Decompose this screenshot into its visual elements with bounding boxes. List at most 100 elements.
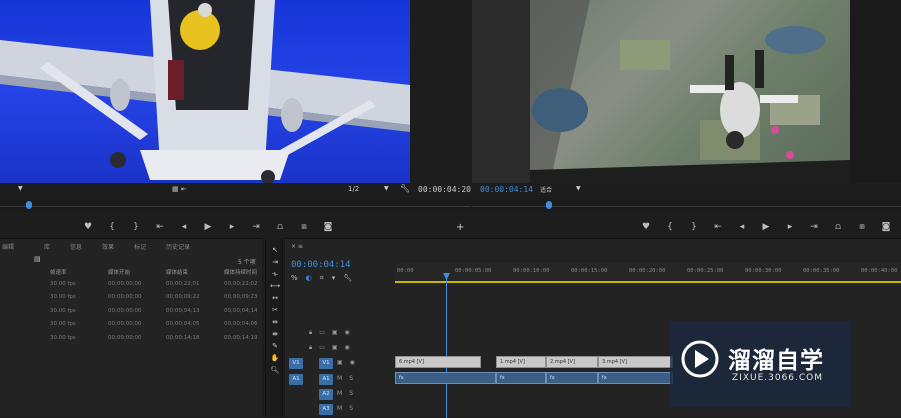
slip-icon[interactable]: ⇹: [266, 316, 284, 328]
sync-icon[interactable]: ▭: [319, 344, 325, 352]
tab-markers[interactable]: 标记: [134, 242, 146, 251]
program-playhead[interactable]: [546, 201, 552, 209]
mute-icon[interactable]: M: [337, 390, 342, 397]
audio-clip-4[interactable]: fx: [598, 372, 673, 384]
overwrite-icon[interactable]: ⩎: [298, 222, 310, 232]
mute-icon[interactable]: M: [337, 405, 342, 412]
mark-out-icon[interactable]: }: [688, 222, 700, 232]
step-back-icon[interactable]: ◂: [736, 222, 748, 232]
fit-dropdown-icon[interactable]: ▼: [384, 185, 389, 192]
mark-out-icon[interactable]: }: [130, 222, 142, 232]
col-media-end[interactable]: 媒体结束: [166, 268, 224, 276]
eye-icon[interactable]: ◉: [345, 344, 350, 352]
play-icon[interactable]: ▶: [202, 222, 214, 232]
rolling-edit-icon[interactable]: ⟷: [266, 280, 284, 292]
film-icon[interactable]: ▣: [332, 329, 338, 337]
go-to-out-icon[interactable]: ⇥: [250, 222, 262, 232]
linked-selection-icon[interactable]: ⌗: [320, 274, 324, 283]
source-patch-a1[interactable]: A1: [289, 374, 303, 385]
tab-effects[interactable]: 效果: [102, 242, 114, 251]
program-scrub-bar[interactable]: [472, 198, 901, 212]
table-row[interactable]: 30.00 fps 00;00;00;00 00;00;14;18 00;00;14;…: [0, 331, 262, 345]
marker-icon[interactable]: ♥: [640, 222, 652, 232]
step-back-icon[interactable]: ◂: [178, 222, 190, 232]
source-timecode[interactable]: 00:00:04:20: [418, 185, 471, 194]
slide-icon[interactable]: ⇼: [266, 328, 284, 340]
mark-in-icon[interactable]: {: [106, 222, 118, 232]
lift-icon[interactable]: ⩍: [832, 222, 844, 232]
export-frame-icon[interactable]: ◙: [880, 222, 892, 232]
snap-icon[interactable]: ◐: [306, 274, 312, 283]
table-row[interactable]: 30.00 fps 00;00;00;00 00;00;04;13 00;00;04;…: [0, 304, 262, 318]
source-fit-select[interactable]: 1/2: [348, 185, 359, 193]
film-icon[interactable]: ▣: [332, 344, 338, 352]
bin-icon[interactable]: ▤: [34, 255, 41, 263]
add-marker-icon[interactable]: ▾: [332, 274, 336, 283]
track-target-v1[interactable]: V1: [319, 358, 333, 369]
go-to-in-icon[interactable]: ⇤: [712, 222, 724, 232]
program-fit-select[interactable]: 适合: [540, 185, 552, 194]
go-to-in-icon[interactable]: ⇤: [154, 222, 166, 232]
hand-icon[interactable]: ✋: [266, 352, 284, 364]
rate-stretch-icon[interactable]: ↔: [266, 292, 284, 304]
video-clip-4[interactable]: 3.mp4 [V]: [598, 356, 673, 368]
mute-icon[interactable]: M: [337, 375, 342, 382]
sync-icon[interactable]: ▭: [319, 329, 325, 337]
source-scrub-bar[interactable]: [0, 198, 470, 212]
mark-in-icon[interactable]: {: [664, 222, 676, 232]
audio-clip-1[interactable]: fx: [395, 372, 496, 384]
marker-icon[interactable]: ♥: [82, 222, 94, 232]
solo-icon[interactable]: S: [349, 390, 353, 397]
pen-icon[interactable]: ✎: [266, 340, 284, 352]
play-icon[interactable]: ▶: [760, 222, 772, 232]
selection-tool-icon[interactable]: ↖: [266, 244, 284, 256]
step-forward-icon[interactable]: ▸: [784, 222, 796, 232]
go-to-out-icon[interactable]: ⇥: [808, 222, 820, 232]
source-add-button-icon[interactable]: +: [456, 222, 464, 233]
timeline-tab-close-icon[interactable]: × ≡: [291, 243, 303, 250]
source-playhead[interactable]: [26, 201, 32, 209]
dropdown-arrow-icon[interactable]: ▼: [18, 185, 23, 192]
ripple-edit-icon[interactable]: ⟛: [266, 268, 284, 280]
extract-icon[interactable]: ⩎: [856, 222, 868, 232]
table-row[interactable]: 30.00 fps 00;00;00;00 00;00;22;01 00;00;22;…: [0, 277, 262, 291]
track-target-a1[interactable]: A1: [319, 374, 333, 385]
eye-icon[interactable]: ◉: [350, 359, 355, 366]
nest-icon[interactable]: %: [291, 274, 298, 283]
video-clip-1[interactable]: 6.mp4 [V]: [395, 356, 481, 368]
solo-icon[interactable]: S: [349, 405, 353, 412]
timeline-timecode[interactable]: 00:00:04:14: [291, 260, 351, 270]
tab-history[interactable]: 历史记录: [166, 242, 190, 251]
zoom-icon[interactable]: 🔍︎: [266, 364, 284, 376]
table-row[interactable]: 30.00 fps 00;00;00;00 00;00;04;05 00;00;04;…: [0, 318, 262, 332]
source-patch-v1[interactable]: V1: [289, 358, 303, 369]
settings-icon[interactable]: ▦ ⇤: [172, 185, 187, 193]
step-forward-icon[interactable]: ▸: [226, 222, 238, 232]
work-area-bar[interactable]: [395, 281, 901, 283]
program-timecode[interactable]: 00:00:04:14: [480, 185, 533, 194]
track-target-a3[interactable]: A3: [319, 404, 333, 415]
tab-library[interactable]: 库: [44, 242, 50, 251]
razor-icon[interactable]: ✂: [266, 304, 284, 316]
tab-edit[interactable]: 编辑: [2, 242, 14, 251]
insert-icon[interactable]: ⩍: [274, 222, 286, 232]
video-clip-3[interactable]: 2.mp4 [V]: [546, 356, 598, 368]
film-icon[interactable]: ▣: [337, 359, 343, 366]
eye-icon[interactable]: ◉: [345, 329, 350, 337]
col-media-start[interactable]: 媒体开始: [108, 268, 166, 276]
audio-clip-2[interactable]: fx: [496, 372, 546, 384]
col-media-duration[interactable]: 媒体持续时间: [224, 268, 262, 276]
wrench-icon[interactable]: 🔧︎: [400, 184, 410, 193]
audio-clip-3[interactable]: fx: [546, 372, 598, 384]
video-clip-2[interactable]: 1.mp4 [V]: [496, 356, 546, 368]
tab-info[interactable]: 信息: [70, 242, 82, 251]
lock-icon[interactable]: 🔒︎: [309, 344, 312, 352]
track-select-icon[interactable]: ⇥: [266, 256, 284, 268]
table-row[interactable]: 30.00 fps 00;00;00;00 00;00;09;22 00;00;09;…: [0, 291, 262, 305]
track-target-a2[interactable]: A2: [319, 389, 333, 400]
solo-icon[interactable]: S: [349, 375, 353, 382]
program-fit-dropdown-icon[interactable]: ▼: [576, 185, 581, 192]
lock-icon[interactable]: 🔒︎: [309, 329, 312, 337]
col-frame-rate[interactable]: 帧速率: [50, 268, 108, 276]
export-frame-icon[interactable]: ◙: [322, 222, 334, 232]
